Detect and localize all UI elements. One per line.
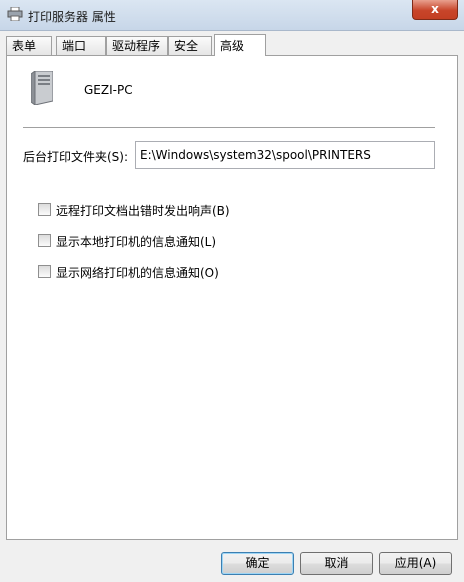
window-title: 打印服务器 属性 [28, 10, 116, 24]
option-label: 显示本地打印机的信息通知(L) [56, 235, 217, 249]
spool-folder-input[interactable]: E:\Windows\system32\spool\PRINTERS [135, 141, 435, 169]
title-bar: 打印服务器 属性 x [0, 0, 464, 31]
tab-ports[interactable]: 端口 [56, 36, 106, 55]
tab-drivers[interactable]: 驱动程序 [106, 36, 168, 55]
option-label: 远程打印文档出错时发出响声(B) [56, 204, 230, 218]
apply-button[interactable]: 应用(A) [379, 552, 452, 575]
tab-strip: 表单 端口 驱动程序 安全 高级 [6, 34, 458, 56]
tab-advanced[interactable]: 高级 [214, 34, 266, 56]
tab-security[interactable]: 安全 [168, 36, 212, 55]
printer-icon [7, 7, 23, 21]
close-button[interactable]: x [412, 0, 458, 20]
checkbox[interactable] [38, 265, 51, 278]
cancel-button[interactable]: 取消 [300, 552, 373, 575]
tab-forms[interactable]: 表单 [6, 36, 52, 55]
server-name: GEZI-PC [84, 83, 133, 97]
checkbox[interactable] [38, 203, 51, 216]
separator [23, 127, 435, 128]
computer-tower-icon [31, 71, 53, 105]
spool-folder-label: 后台打印文件夹(S): [23, 150, 129, 164]
advanced-panel: GEZI-PC 后台打印文件夹(S): E:\Windows\system32\… [6, 55, 458, 540]
option-label: 显示网络打印机的信息通知(O) [56, 266, 219, 280]
ok-button[interactable]: 确定 [221, 552, 294, 575]
checkbox[interactable] [38, 234, 51, 247]
